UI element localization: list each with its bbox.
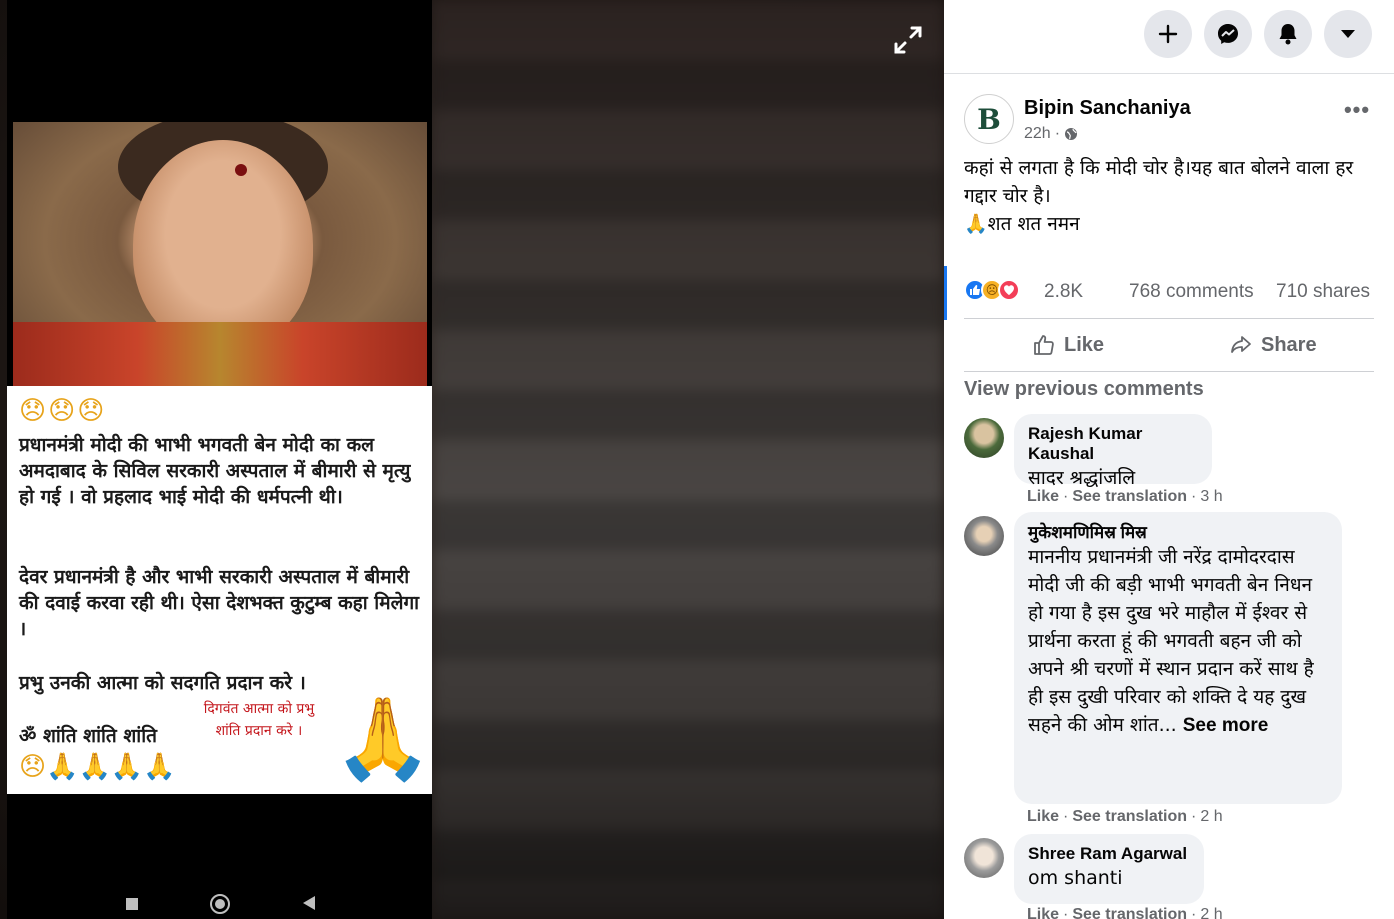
caret-down-icon	[1341, 30, 1355, 38]
author-avatar[interactable]: B	[964, 94, 1014, 144]
post-action-bar: Like Share	[964, 318, 1374, 372]
saree	[13, 322, 427, 386]
reaction-icons[interactable]: ☹	[964, 279, 1020, 301]
account-menu-button[interactable]	[1324, 10, 1372, 58]
reaction-count[interactable]: 2.8K	[1044, 281, 1083, 303]
comment-text: माननीय प्रधानमंत्री जी नरेंद्र दामोदरदास…	[1028, 543, 1328, 740]
comment-text: om shanti	[1028, 867, 1123, 889]
share-arrow-icon	[1231, 336, 1251, 353]
comment-time[interactable]: 2 h	[1200, 906, 1222, 919]
author-name[interactable]: Bipin Sanchaniya	[1024, 97, 1191, 120]
post-text: कहां से लगता है कि मोदी चोर है।यह बात बो…	[964, 154, 1374, 238]
condolence-card: 😞😞😞 प्रधानमंत्री मोदी की भाभी भगवती बेन …	[7, 386, 433, 794]
post-time[interactable]: 22h	[1024, 125, 1051, 143]
comment-author[interactable]: Rajesh Kumar Kaushal	[1028, 424, 1198, 464]
card-emoji-row: 😞🙏🙏🙏🙏	[19, 752, 176, 782]
commenter-avatar[interactable]	[964, 516, 1004, 556]
post-text-line-2: 🙏शत शत नमन	[964, 213, 1080, 235]
face	[133, 140, 313, 350]
comment-author[interactable]: Shree Ram Agarwal	[1028, 844, 1190, 864]
see-translation-link[interactable]: See translation	[1072, 488, 1187, 506]
like-button[interactable]: Like	[1032, 325, 1104, 365]
om-shanti-line: ॐ शांति शांति शांति	[19, 725, 157, 747]
globe-icon	[1065, 128, 1078, 140]
bell-icon	[1279, 24, 1297, 45]
red-condolence-text: दिगवंत आत्मा को प्रभु शांति प्रदान करे ।	[203, 701, 315, 739]
share-button[interactable]: Share	[1229, 325, 1317, 365]
comment-bubble: Shree Ram Agarwal om shanti	[1014, 834, 1204, 904]
recents-icon	[126, 898, 138, 910]
comment-count[interactable]: 768 comments	[1129, 281, 1254, 303]
messenger-icon	[1218, 24, 1238, 44]
comment-actions: Like · See translation · 3 h	[1027, 488, 1223, 506]
like-label: Like	[1064, 333, 1105, 356]
view-previous-comments[interactable]: View previous comments	[964, 378, 1204, 401]
post-meta: 22h ·	[1024, 125, 1078, 143]
card-paragraph-2: देवर प्रधानमंत्री है और भाभी सरकारी अस्प…	[19, 566, 420, 640]
comment-actions: Like · See translation · 2 h	[1027, 808, 1223, 826]
create-button[interactable]	[1144, 10, 1192, 58]
comment-time[interactable]: 3 h	[1200, 488, 1222, 506]
comment-bubble: मुकेशमणिमिस्र मिस्र माननीय प्रधानमंत्री …	[1014, 512, 1342, 804]
bindi	[235, 164, 247, 176]
love-reaction-icon	[998, 279, 1020, 301]
comment-like-button[interactable]: Like	[1027, 488, 1059, 506]
reactions-bar: ☹ 2.8K 768 comments 710 shares	[964, 276, 1374, 308]
blurred-background	[432, 0, 944, 919]
back-icon	[303, 896, 315, 910]
plus-icon	[1158, 24, 1178, 44]
top-bar	[944, 0, 1394, 74]
notifications-button[interactable]	[1264, 10, 1312, 58]
avatar-letter: B	[977, 102, 1001, 136]
commenter-avatar[interactable]	[964, 418, 1004, 458]
comment-time[interactable]: 2 h	[1200, 808, 1222, 826]
post-panel: B Bipin Sanchaniya 22h · ••• कहां से लगत…	[944, 0, 1394, 919]
share-count[interactable]: 710 shares	[1276, 281, 1370, 303]
sad-emoji-row: 😞😞😞	[19, 396, 107, 426]
see-more-link[interactable]: See more	[1183, 715, 1269, 736]
comment-like-button[interactable]: Like	[1027, 906, 1059, 919]
phone-screenshot-image: 😞😞😞 प्रधानमंत्री मोदी की भाभी भगवती बेन …	[7, 0, 433, 919]
photo-viewer: 😞😞😞 प्रधानमंत्री मोदी की भाभी भगवती बेन …	[0, 0, 944, 919]
see-translation-link[interactable]: See translation	[1072, 808, 1187, 826]
comment-actions: Like · See translation · 2 h	[1027, 906, 1223, 919]
portrait-photo	[13, 122, 427, 386]
comment-like-button[interactable]: Like	[1027, 808, 1059, 826]
expand-icon[interactable]	[890, 22, 926, 58]
meta-separator: ·	[1054, 125, 1061, 142]
comment-bubble: Rajesh Kumar Kaushal सादर श्रद्धांजलि	[1014, 414, 1212, 489]
android-nav-bar	[7, 794, 432, 919]
home-icon	[210, 894, 230, 914]
focus-marker	[944, 266, 947, 320]
post-header: B Bipin Sanchaniya 22h · •••	[964, 92, 1384, 152]
commenter-avatar[interactable]	[964, 838, 1004, 878]
more-icon[interactable]: •••	[1339, 99, 1375, 130]
comment-author[interactable]: मुकेशमणिमिस्र मिस्र	[1028, 520, 1328, 543]
comment-body: माननीय प्रधानमंत्री जी नरेंद्र दामोदरदास…	[1028, 546, 1314, 736]
card-paragraph-1: प्रधानमंत्री मोदी की भाभी भगवती बेन मोदी…	[19, 434, 411, 508]
see-translation-link[interactable]: See translation	[1072, 906, 1187, 919]
messenger-button[interactable]	[1204, 10, 1252, 58]
post-text-line-1: कहां से लगता है कि मोदी चोर है।यह बात बो…	[964, 157, 1354, 207]
share-label: Share	[1261, 333, 1317, 356]
like-outline-icon	[1034, 335, 1054, 355]
folded-hands-icon: 🙏	[333, 692, 433, 785]
